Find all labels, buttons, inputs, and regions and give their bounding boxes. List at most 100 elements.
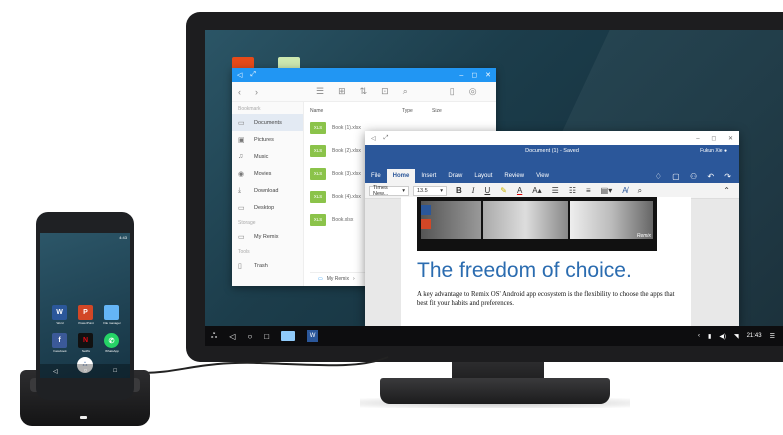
- file-name: Book (3).xlsx: [332, 170, 361, 177]
- document-body[interactable]: A key advantage to Remix OS' Android app…: [417, 290, 687, 308]
- list-view-icon[interactable]: ☰: [316, 86, 324, 97]
- phone-app-word[interactable]: W: [52, 305, 67, 320]
- word-icon: W: [56, 309, 63, 316]
- tab-layout[interactable]: Layout: [468, 169, 498, 183]
- select-all-icon[interactable]: ◎: [469, 86, 477, 97]
- phone-app-powerpoint[interactable]: P: [78, 305, 93, 320]
- back-icon[interactable]: ◁: [371, 135, 376, 142]
- delete-icon[interactable]: ▯: [450, 86, 455, 97]
- phone-app-facebook[interactable]: f: [52, 333, 67, 348]
- font-name-select[interactable]: Times New... ▾: [369, 185, 409, 197]
- document-title: Document (1) - Saved: [525, 148, 579, 154]
- nav-back-icon[interactable]: ‹: [238, 87, 241, 97]
- styles-pane-icon[interactable]: A̸: [622, 186, 627, 195]
- tab-draw[interactable]: Draw: [442, 169, 468, 183]
- sidebar-item-music[interactable]: ♫ Music: [232, 148, 303, 165]
- home-nav-icon[interactable]: ○: [84, 368, 88, 374]
- phone-nav-bar: ◁ ○ □: [40, 364, 130, 378]
- sidebar-heading-tools: Tools: [238, 249, 250, 255]
- font-size-up-icon[interactable]: A▴: [532, 186, 541, 195]
- sidebar-item-desktop[interactable]: ▭ Desktop: [232, 199, 303, 216]
- numbering-icon[interactable]: ☷: [569, 186, 576, 195]
- sidebar-item-movies[interactable]: ◉ Movies: [232, 165, 303, 182]
- wifi-icon[interactable]: ◥: [734, 333, 739, 340]
- file-manager-taskbar-icon[interactable]: [281, 331, 296, 341]
- font-color-icon[interactable]: A: [517, 186, 522, 195]
- desktop-icon: ▭: [238, 204, 245, 212]
- word-window: ◁ ⤢ – ◻ ✕ Document (1) - Saved Fukun Xie…: [365, 131, 739, 327]
- tab-file[interactable]: File: [365, 169, 387, 183]
- read-mode-icon[interactable]: ▢: [672, 172, 680, 181]
- volume-icon[interactable]: ◀): [719, 333, 726, 340]
- tab-home[interactable]: Home: [386, 169, 416, 183]
- powerpoint-icon: [421, 219, 431, 229]
- sidebar-item-pictures[interactable]: ▣ Pictures: [232, 131, 303, 148]
- document-image[interactable]: Remix: [417, 197, 657, 251]
- music-icon: ♫: [238, 153, 244, 160]
- font-size-select[interactable]: 13.5 ▾: [413, 185, 447, 196]
- column-name[interactable]: Name: [310, 108, 402, 114]
- recents-nav-icon[interactable]: □: [113, 368, 117, 374]
- phone-clock: 4:43: [119, 235, 127, 240]
- close-icon[interactable]: ✕: [728, 136, 733, 142]
- clock[interactable]: 21:43: [747, 333, 762, 339]
- phone-app-whatsapp[interactable]: ✆: [104, 333, 119, 348]
- highlight-icon[interactable]: ✎: [500, 186, 507, 195]
- download-icon: ⤓: [238, 186, 242, 194]
- remix-start-icon[interactable]: ஃ: [211, 331, 217, 341]
- lightbulb-icon[interactable]: ♢: [655, 172, 662, 181]
- share-icon[interactable]: ⚇: [690, 172, 697, 181]
- back-nav-icon[interactable]: ◁: [229, 332, 235, 341]
- styles-icon[interactable]: ▤▾: [601, 186, 613, 195]
- home-nav-icon[interactable]: ○: [247, 332, 252, 341]
- scene: ◁ ⤢ – ◻ ✕ ‹ › ☰ ⊞ ⇅ ⊡ ⌕ ▯ ◎ Bookmark ▭ Do…: [0, 0, 783, 435]
- maximize-icon[interactable]: ◻: [471, 71, 477, 79]
- phone-app-file-manager[interactable]: [104, 305, 119, 320]
- sidebar-item-trash[interactable]: ▯ Trash: [232, 257, 303, 274]
- align-icon[interactable]: ≡: [586, 186, 591, 195]
- tab-review[interactable]: Review: [498, 169, 530, 183]
- phone-app-netflix[interactable]: N: [78, 333, 93, 348]
- sidebar-item-documents[interactable]: ▭ Documents: [232, 114, 303, 131]
- column-size[interactable]: Size: [432, 108, 442, 114]
- new-folder-icon[interactable]: ⊡: [381, 86, 389, 97]
- sidebar-item-my-remix[interactable]: ▭ My Remix: [232, 228, 303, 245]
- chevron-left-icon[interactable]: ‹: [698, 333, 700, 339]
- underline-icon[interactable]: U: [484, 186, 490, 195]
- recents-nav-icon[interactable]: □: [264, 332, 269, 341]
- user-name[interactable]: Fukun Xie ●: [700, 148, 727, 154]
- word-taskbar-icon[interactable]: W: [307, 330, 319, 342]
- font-size-value: 13.5: [417, 187, 428, 194]
- sidebar-item-label: Movies: [254, 170, 272, 177]
- undo-icon[interactable]: ↶: [707, 172, 714, 181]
- bullets-icon[interactable]: ☰: [552, 186, 559, 195]
- sort-icon[interactable]: ⇅: [360, 86, 368, 97]
- search-icon[interactable]: ⌕: [403, 86, 408, 97]
- minimize-icon[interactable]: –: [459, 72, 463, 79]
- pin-icon[interactable]: ⤢: [384, 135, 389, 142]
- document-page[interactable]: Remix The freedom of choice. A key advan…: [401, 197, 691, 327]
- back-nav-icon[interactable]: ◁: [53, 368, 58, 375]
- redo-icon[interactable]: ↷: [724, 172, 731, 181]
- tab-insert[interactable]: Insert: [415, 169, 442, 183]
- nav-forward-icon[interactable]: ›: [255, 87, 258, 97]
- maximize-icon[interactable]: ◻: [711, 136, 716, 142]
- minimize-icon[interactable]: –: [696, 136, 699, 142]
- close-icon[interactable]: ✕: [485, 71, 491, 79]
- document-headline[interactable]: The freedom of choice.: [417, 259, 632, 283]
- bold-icon[interactable]: B: [456, 186, 462, 195]
- find-icon[interactable]: ⌕: [638, 186, 642, 196]
- collapse-ribbon-icon[interactable]: ⌃: [723, 186, 730, 195]
- tab-view[interactable]: View: [530, 169, 555, 183]
- file-list-header: Name Type Size: [310, 106, 496, 116]
- chevron-down-icon: ▾: [440, 187, 443, 194]
- pin-icon[interactable]: ⤢: [250, 71, 256, 79]
- back-icon[interactable]: ◁: [237, 71, 242, 79]
- notifications-icon[interactable]: ☰: [770, 333, 775, 340]
- monitor-stand-base: [380, 378, 610, 404]
- grid-view-icon[interactable]: ⊞: [338, 86, 346, 97]
- italic-icon[interactable]: I: [472, 186, 475, 195]
- column-type[interactable]: Type: [402, 108, 432, 114]
- sidebar-item-download[interactable]: ⤓ Download: [232, 182, 303, 199]
- path-segment[interactable]: My Remix: [327, 276, 349, 282]
